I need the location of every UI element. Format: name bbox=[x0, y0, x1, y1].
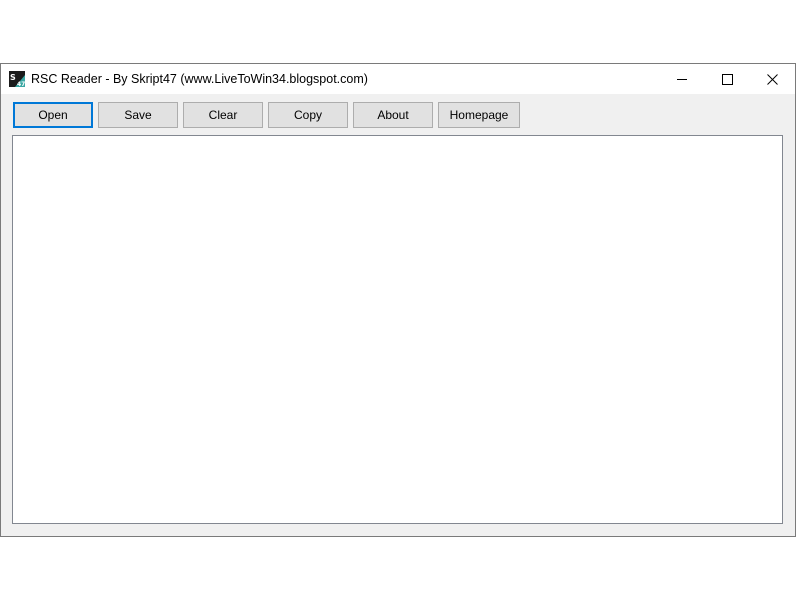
content-textarea[interactable] bbox=[12, 135, 783, 524]
open-button[interactable]: Open bbox=[13, 102, 93, 128]
homepage-button[interactable]: Homepage bbox=[438, 102, 520, 128]
app-window: S 47 RSC Reader - By Skript47 (www.LiveT… bbox=[0, 63, 796, 537]
title-bar[interactable]: S 47 RSC Reader - By Skript47 (www.LiveT… bbox=[1, 64, 795, 94]
about-button[interactable]: About bbox=[353, 102, 433, 128]
clear-button[interactable]: Clear bbox=[183, 102, 263, 128]
close-icon bbox=[767, 73, 778, 85]
minimize-icon bbox=[677, 78, 687, 80]
svg-text:47: 47 bbox=[17, 81, 25, 87]
minimize-button[interactable] bbox=[660, 64, 705, 94]
maximize-button[interactable] bbox=[705, 64, 750, 94]
save-button[interactable]: Save bbox=[98, 102, 178, 128]
maximize-icon bbox=[722, 73, 733, 85]
desktop: S 47 RSC Reader - By Skript47 (www.LiveT… bbox=[0, 0, 796, 600]
app-icon: S 47 bbox=[9, 71, 25, 88]
svg-text:S: S bbox=[10, 73, 16, 82]
copy-button[interactable]: Copy bbox=[268, 102, 348, 128]
window-title: RSC Reader - By Skript47 (www.LiveToWin3… bbox=[31, 72, 368, 86]
close-button[interactable] bbox=[750, 64, 795, 94]
